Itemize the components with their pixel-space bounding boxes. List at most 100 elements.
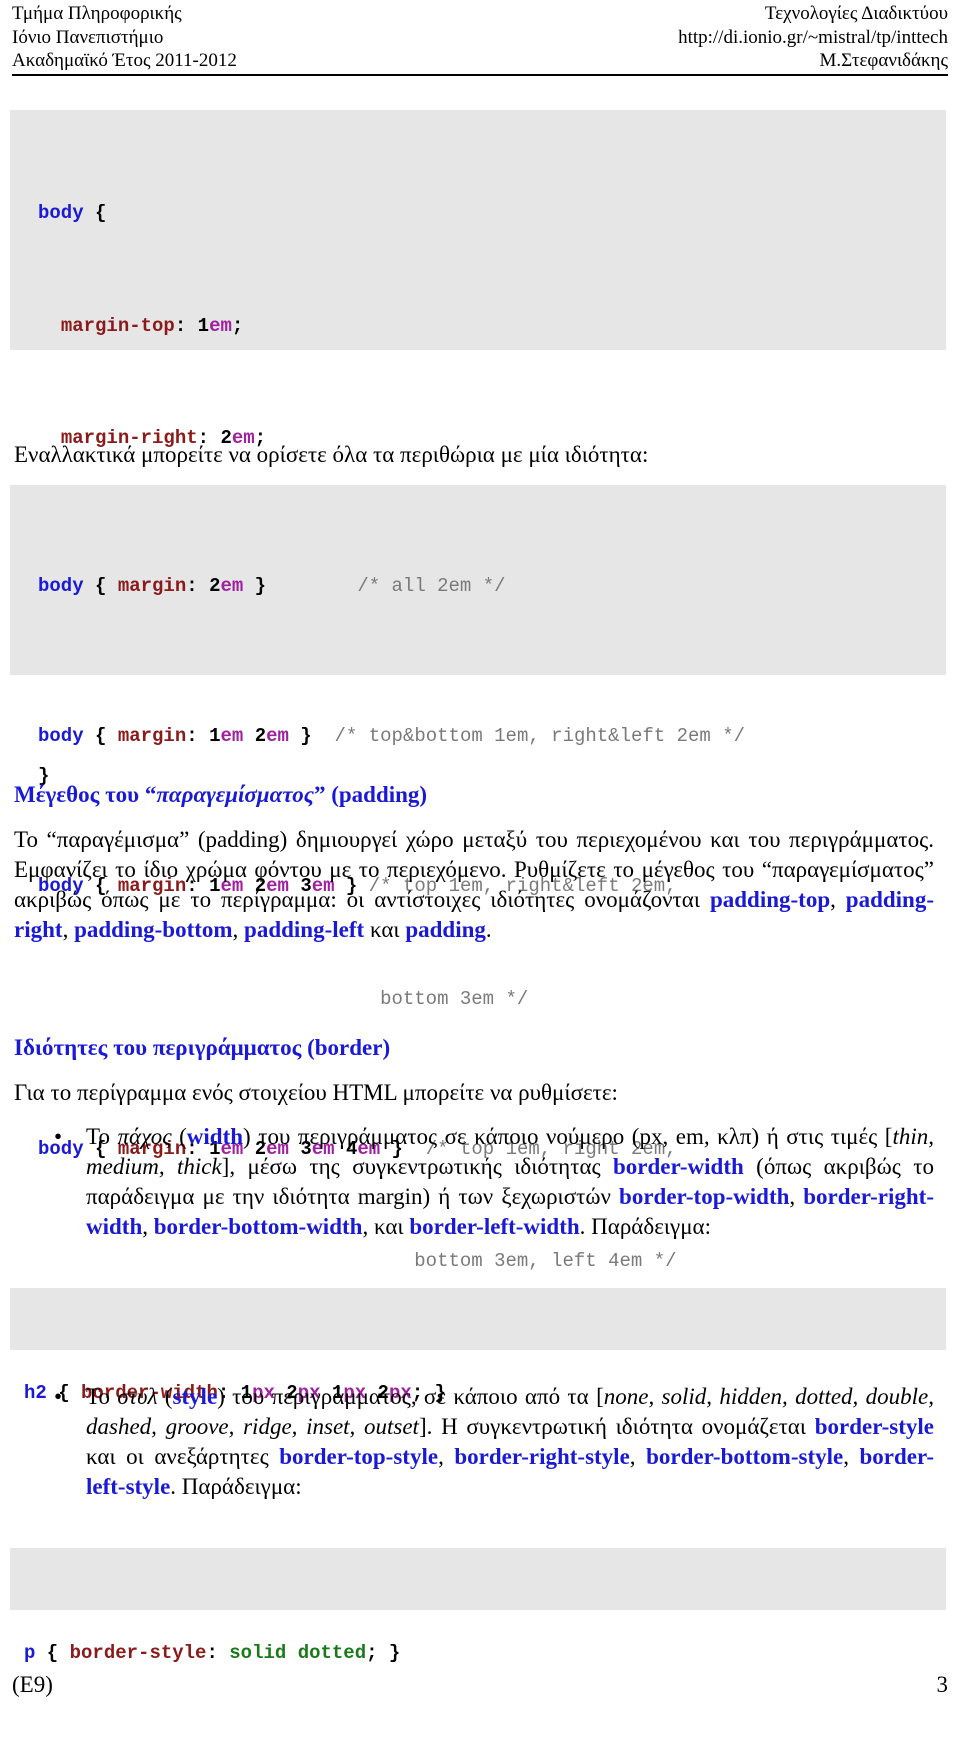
header-row: Τμήμα Πληροφορικής Τεχνολογίες Διαδικτύο… <box>12 2 948 26</box>
css-space <box>243 725 254 747</box>
css-comment-continuation: bottom 3em, left 4em */ <box>414 1250 677 1272</box>
code-line: body { margin: 1em 2em } /* top&bottom 1… <box>38 718 946 756</box>
css-number: 2 <box>254 725 267 747</box>
separator: , <box>789 1184 804 1209</box>
para-text: ], μέσω της συγκεντρωτικής ιδιότητας <box>221 1154 614 1179</box>
css-colon: : <box>206 1642 230 1664</box>
css-unit: em <box>220 725 244 747</box>
css-brace: { <box>46 1382 82 1404</box>
code-line: body { margin: 2em } /* all 2em */ <box>38 568 946 606</box>
css-property: border-style <box>69 1642 207 1664</box>
heading-text-post: ” (padding) <box>313 782 428 807</box>
para-text: Το <box>86 1124 118 1149</box>
css-number: 1 <box>209 725 221 747</box>
css-property-border-bottom-width: border-bottom-width <box>153 1214 363 1239</box>
para-text: Το <box>86 1384 118 1409</box>
css-comment <box>312 725 335 747</box>
para-text: ( <box>171 1124 187 1149</box>
para-text: . Παράδειγμα: <box>579 1214 711 1239</box>
css-property-padding-bottom: padding-bottom <box>74 917 233 942</box>
css-property-border-right-style: border-right-style <box>454 1444 630 1469</box>
css-property-padding-left: padding-left <box>244 917 365 942</box>
separator: , <box>232 917 245 942</box>
css-comment: /* top&bottom 1em, right&left 2em */ <box>334 725 745 747</box>
paragraph-padding-description: Το “παραγέμισμα” (padding) δημιουργεί χώ… <box>14 825 934 945</box>
para-text: ]. Η συγκεντρωτική ιδιότητα ονομάζεται <box>418 1414 815 1439</box>
code-line: bottom 3em, left 4em */ <box>38 1243 946 1281</box>
css-close-brace: } <box>243 575 267 597</box>
header-university: Ιόνιο Πανεπιστήμιο <box>12 26 164 48</box>
code-block-margin-longhand: body { margin-top: 1em; margin-right: 2e… <box>10 110 946 787</box>
page-footer: (E9) 3 <box>12 1672 948 1698</box>
css-selector: h2 <box>24 1382 47 1404</box>
emphasis-text: πάχος <box>117 1124 172 1149</box>
separator: , <box>843 1444 860 1469</box>
intro-shorthand-text: Εναλλακτικά μπορείτε να ορίσετε όλα τα π… <box>14 442 649 467</box>
css-close-brace: } <box>288 725 312 747</box>
code-line: margin-top: 1em; <box>38 308 946 346</box>
footer-page-number: 3 <box>936 1672 949 1697</box>
emphasis-text: στυλ <box>117 1384 158 1409</box>
css-brace: { <box>83 725 118 747</box>
css-comment-continuation: bottom 3em */ <box>380 987 529 1010</box>
code-line: bottom 3em */ <box>38 981 946 1019</box>
css-number: 1 <box>197 314 210 337</box>
para-text: , και <box>362 1214 410 1239</box>
separator: , <box>830 887 846 912</box>
header-instructor: Μ.Στεφανιδάκης <box>819 50 948 71</box>
paragraph-border-intro: Για το περίγραμμα ενός στοιχείου HTML μπ… <box>14 1080 618 1105</box>
separator: , <box>629 1444 647 1469</box>
css-colon: : <box>186 725 210 747</box>
css-property-padding-top: padding-top <box>709 887 831 912</box>
heading-text-pre: Μέγεθος του “ <box>14 782 157 807</box>
css-property-border-width: border-width <box>613 1154 744 1179</box>
css-keyword-style: style <box>172 1384 218 1409</box>
para-text: ) του περιγράμματος, σε κάποιο από τα [ <box>217 1384 604 1409</box>
code-line: body { <box>38 195 946 233</box>
css-tail: ; } <box>366 1642 401 1664</box>
document-page: Τμήμα Πληροφορικής Τεχνολογίες Διαδικτύο… <box>0 0 960 1726</box>
css-value: solid <box>229 1642 287 1664</box>
bullet-marker-icon: • <box>54 1124 63 1149</box>
code-block-margin-shorthand: body { margin: 2em } /* all 2em */ body … <box>10 485 946 1272</box>
css-selector: body <box>38 575 84 597</box>
code-block-border-width-example: h2 { border-width: 1px 2px 1px 2px; } <box>10 1288 946 1404</box>
css-property-border-style: border-style <box>814 1414 934 1439</box>
css-colon: : <box>186 575 210 597</box>
separator: , <box>142 1214 154 1239</box>
css-brace: { <box>35 1642 70 1664</box>
heading-border-properties: Ιδιότητες του περιγράμματος (border) <box>14 1035 391 1060</box>
para-text: . <box>485 917 492 942</box>
css-keyword-width: width <box>186 1124 244 1149</box>
css-property: margin <box>117 575 187 597</box>
header-divider <box>12 74 948 76</box>
header-course-url: http://di.ionio.gr/~mistral/tp/inttech <box>678 26 948 48</box>
header-department: Τμήμα Πληροφορικής <box>12 3 182 24</box>
css-comment <box>266 575 357 597</box>
bullet-marker-icon: • <box>54 1384 63 1409</box>
css-number: 2 <box>209 575 221 597</box>
css-semicolon: ; <box>231 314 244 337</box>
para-text: . Παράδειγμα: <box>170 1474 302 1499</box>
css-unit: em <box>266 725 289 747</box>
css-property-border-bottom-style: border-bottom-style <box>646 1444 844 1469</box>
css-comment: /* all 2em */ <box>357 575 506 597</box>
css-selector: body <box>38 725 84 747</box>
header-course-title: Τεχνολογίες Διαδικτύου <box>764 3 948 24</box>
css-brace: { <box>83 202 107 224</box>
code-line: p { border-style: solid dotted; } <box>24 1635 946 1673</box>
separator: , <box>438 1444 455 1469</box>
para-text: ) του περιγράμματος σε κάποιο νούμερο (p… <box>243 1124 893 1149</box>
header-row: Ακαδημαϊκό Έτος 2011-2012 Μ.Στεφανιδάκης <box>12 49 948 73</box>
css-unit: em <box>220 575 244 597</box>
heading-padding-size: Μέγεθος του “παραγεμίσματος” (padding) <box>14 782 427 808</box>
css-unit: em <box>209 314 232 337</box>
css-property: margin <box>117 725 187 747</box>
css-property-padding: padding <box>405 917 486 942</box>
para-text: και οι ανεξάρτητες <box>86 1444 280 1469</box>
header-academic-year: Ακαδημαϊκό Έτος 2011-2012 <box>12 50 237 71</box>
css-property-border-top-style: border-top-style <box>279 1444 439 1469</box>
heading-text-emphasis: παραγεμίσματος <box>156 782 314 807</box>
para-text: ( <box>157 1384 173 1409</box>
para-text: και <box>364 917 406 942</box>
